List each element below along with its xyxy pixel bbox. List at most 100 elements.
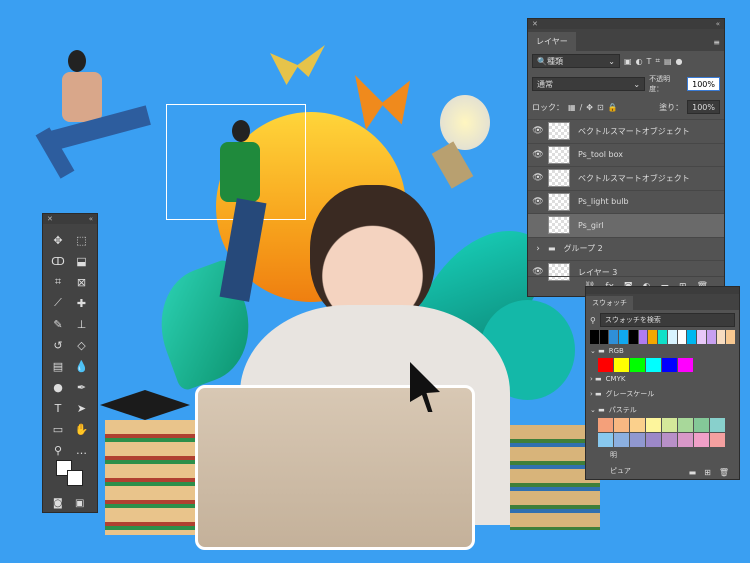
filter-pixel-icon[interactable]: ▣ bbox=[624, 57, 632, 66]
close-icon[interactable]: ✕ bbox=[47, 214, 53, 224]
stamp-tool-icon[interactable]: ⊥ bbox=[71, 314, 93, 334]
eraser-tool-icon[interactable]: ◇ bbox=[71, 335, 93, 355]
color-swatch[interactable] bbox=[726, 330, 736, 344]
layer-group-row[interactable]: › ▬ グループ 2 bbox=[528, 236, 724, 261]
dodge-tool-icon[interactable]: ● bbox=[47, 377, 69, 397]
layer-row-selected[interactable]: Ps_girl bbox=[528, 213, 724, 237]
swatch-group-grayscale[interactable]: › ▬ グレースケール bbox=[586, 386, 739, 402]
filter-toggle[interactable]: ● bbox=[676, 57, 683, 66]
brush-tool-icon[interactable]: ✎ bbox=[47, 314, 69, 334]
color-swatch[interactable] bbox=[716, 330, 726, 344]
frame-tool-icon[interactable]: ⊠ bbox=[71, 272, 93, 292]
color-swatch[interactable] bbox=[598, 358, 613, 372]
eyedropper-tool-icon[interactable]: ⟋ bbox=[47, 293, 69, 313]
fill-input[interactable]: 100% bbox=[687, 100, 720, 114]
swatch-group-pastel[interactable]: ⌄ ▬ パステル bbox=[586, 402, 739, 418]
color-swatch[interactable] bbox=[694, 433, 709, 447]
blur-tool-icon[interactable]: 💧 bbox=[71, 356, 93, 376]
hand-tool-icon[interactable]: ✋ bbox=[71, 419, 93, 439]
eye-icon[interactable]: 👁 bbox=[528, 126, 548, 136]
expand-chevron-icon[interactable]: › bbox=[528, 244, 548, 254]
layer-row[interactable]: 👁 ベクトルスマートオブジェクト bbox=[528, 166, 724, 190]
color-swatch[interactable] bbox=[638, 330, 648, 344]
filter-adjust-icon[interactable]: ◐ bbox=[636, 57, 643, 66]
move-tool-icon[interactable]: ✥ bbox=[47, 230, 69, 250]
filter-smart-icon[interactable]: ▤ bbox=[664, 57, 672, 66]
lock-paint-icon[interactable]: / bbox=[580, 103, 583, 112]
color-swatch[interactable] bbox=[599, 330, 609, 344]
color-swatch[interactable] bbox=[630, 433, 645, 447]
eye-icon[interactable]: 👁 bbox=[528, 173, 548, 183]
layer-row[interactable]: 👁 Ps_tool box bbox=[528, 142, 724, 167]
crop-tool-icon[interactable]: ⌗ bbox=[47, 272, 69, 292]
color-swatch[interactable] bbox=[710, 418, 725, 432]
eye-icon[interactable]: 👁 bbox=[528, 150, 548, 160]
color-swatch[interactable] bbox=[630, 418, 645, 432]
filter-shape-icon[interactable]: ⌗ bbox=[655, 56, 660, 66]
tab-swatches[interactable]: スウォッチ bbox=[586, 296, 633, 310]
color-swatch[interactable] bbox=[687, 330, 697, 344]
color-swatch[interactable] bbox=[662, 433, 677, 447]
color-swatch[interactable] bbox=[619, 330, 628, 344]
lock-artboard-icon[interactable]: ⊡ bbox=[597, 103, 604, 112]
color-swatch[interactable] bbox=[648, 330, 658, 344]
swatch-search-input[interactable]: スウォッチを検索 bbox=[599, 313, 735, 327]
color-swatch[interactable] bbox=[697, 330, 706, 344]
lasso-tool-icon[interactable]: ↀ bbox=[47, 251, 69, 271]
marquee-tool-icon[interactable]: ⬚ bbox=[71, 230, 93, 250]
color-swatch[interactable] bbox=[646, 358, 661, 372]
type-tool-icon[interactable]: T bbox=[47, 398, 69, 418]
lock-all-icon[interactable]: 🔒 bbox=[608, 103, 618, 112]
color-swatch[interactable] bbox=[630, 358, 645, 372]
gradient-tool-icon[interactable]: ▤ bbox=[47, 356, 69, 376]
color-swatch[interactable] bbox=[590, 330, 599, 344]
close-icon[interactable]: ✕ bbox=[532, 19, 538, 29]
color-swatch[interactable] bbox=[662, 418, 677, 432]
path-select-icon[interactable]: ➤ bbox=[71, 398, 93, 418]
history-brush-icon[interactable]: ↺ bbox=[47, 335, 69, 355]
quick-mask-icon[interactable]: ◙ bbox=[53, 498, 63, 509]
color-swatch[interactable] bbox=[662, 358, 677, 372]
color-swatch[interactable] bbox=[646, 433, 661, 447]
lock-pixels-icon[interactable]: ▦ bbox=[568, 103, 576, 112]
new-swatch-icon[interactable]: ⊞ bbox=[704, 468, 711, 477]
object-select-tool-icon[interactable]: ⬓ bbox=[71, 251, 93, 271]
color-swatch[interactable] bbox=[694, 418, 709, 432]
eye-icon[interactable]: 👁 bbox=[528, 197, 548, 207]
background-color-swatch[interactable] bbox=[67, 470, 83, 486]
layer-filter-select[interactable]: 🔍種類 ⌄ bbox=[532, 54, 620, 68]
swatch-group[interactable]: 明 bbox=[586, 447, 739, 463]
color-swatch[interactable] bbox=[614, 418, 629, 432]
color-swatch[interactable] bbox=[706, 330, 716, 344]
filter-type-icon[interactable]: T bbox=[647, 57, 652, 66]
trash-icon[interactable]: 🗑 bbox=[719, 468, 729, 477]
color-swatch[interactable] bbox=[614, 358, 629, 372]
collapse-icon[interactable]: « bbox=[89, 214, 93, 224]
layer-row[interactable]: 👁 Ps_light bulb bbox=[528, 189, 724, 214]
color-swatch[interactable] bbox=[678, 358, 693, 372]
screen-mode-icon[interactable]: ▣ bbox=[75, 498, 84, 509]
shape-tool-icon[interactable]: ▭ bbox=[47, 419, 69, 439]
color-swatch[interactable] bbox=[614, 433, 629, 447]
pen-tool-icon[interactable]: ✒ bbox=[71, 377, 93, 397]
color-swatch[interactable] bbox=[678, 418, 693, 432]
color-swatch[interactable] bbox=[658, 330, 667, 344]
color-swatch[interactable] bbox=[667, 330, 677, 344]
blend-mode-select[interactable]: 通常 ⌄ bbox=[532, 77, 646, 91]
color-swatch[interactable] bbox=[678, 433, 693, 447]
color-swatch[interactable] bbox=[609, 330, 619, 344]
lock-position-icon[interactable]: ✥ bbox=[586, 103, 593, 112]
color-swatch[interactable] bbox=[646, 418, 661, 432]
collapse-icon[interactable]: « bbox=[716, 19, 720, 29]
layer-row[interactable]: 👁 ベクトルスマートオブジェクト bbox=[528, 119, 724, 143]
swatch-group-rgb[interactable]: ⌄ ▬ RGB bbox=[586, 344, 739, 358]
opacity-input[interactable]: 100% bbox=[687, 77, 720, 91]
panel-menu-icon[interactable]: ≡ bbox=[709, 34, 724, 51]
color-swatch[interactable] bbox=[710, 433, 725, 447]
tab-layers[interactable]: レイヤー bbox=[528, 32, 576, 51]
color-swatch[interactable] bbox=[628, 330, 638, 344]
color-swatch[interactable] bbox=[677, 330, 687, 344]
swatch-group-cmyk[interactable]: › ▬ CMYK bbox=[586, 372, 739, 386]
color-swatch[interactable] bbox=[598, 433, 613, 447]
color-swatch[interactable] bbox=[598, 418, 613, 432]
